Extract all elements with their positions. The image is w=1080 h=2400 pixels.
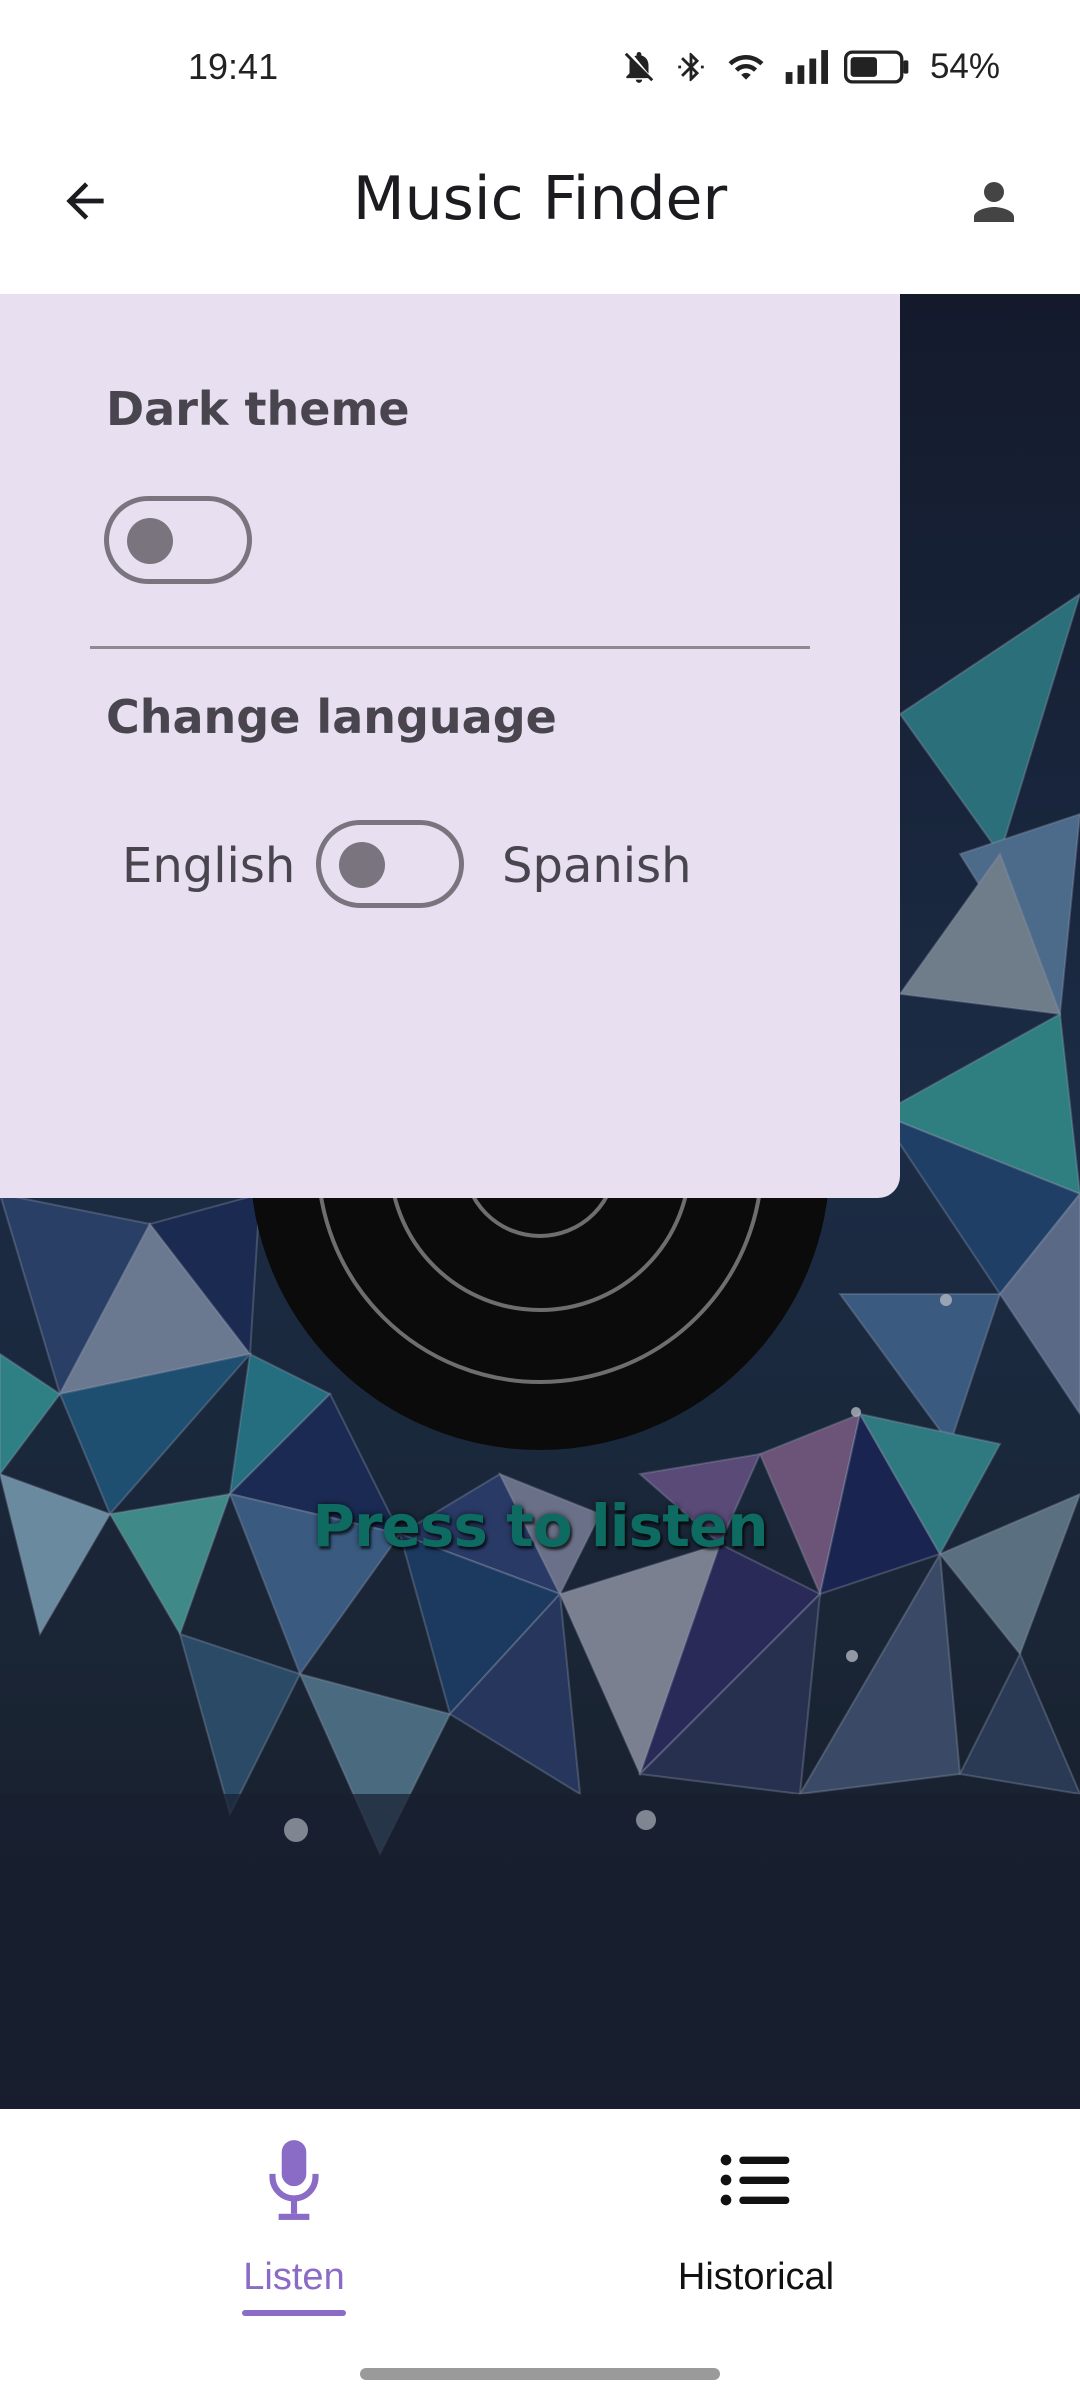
account-button[interactable] (958, 168, 1030, 240)
bottom-navigation: Listen Historical (0, 2109, 1080, 2400)
nav-item-listen[interactable]: Listen (94, 2109, 494, 2329)
language-english-label: English (122, 838, 296, 894)
active-tab-indicator (242, 2310, 346, 2316)
divider (90, 646, 810, 649)
bluetooth-icon (674, 48, 708, 86)
settings-panel: Dark theme Change language English Spani… (0, 294, 900, 1198)
switch-knob (127, 518, 173, 564)
status-bar: 19:41 54% (0, 0, 1080, 138)
account-icon (964, 172, 1024, 237)
microphone-icon (256, 2137, 332, 2228)
status-icons: 54% (620, 44, 1000, 90)
switch-knob (339, 842, 385, 888)
signal-icon (784, 50, 828, 84)
app-title: Music Finder (352, 164, 728, 234)
dark-theme-switch[interactable] (104, 496, 252, 584)
status-time: 19:41 (188, 46, 279, 87)
language-switch[interactable] (316, 820, 464, 908)
nav-label-historical: Historical (677, 2256, 835, 2298)
dark-theme-heading: Dark theme (106, 382, 410, 436)
wifi-icon (724, 48, 768, 86)
language-spanish-label: Spanish (502, 838, 692, 894)
battery-icon (843, 50, 910, 84)
list-icon (716, 2137, 796, 2228)
press-to-listen-label[interactable]: Press to listen (0, 1492, 1080, 1560)
change-language-heading: Change language (106, 690, 557, 744)
home-indicator[interactable] (360, 2368, 720, 2380)
nav-label-listen: Listen (243, 2256, 345, 2298)
app-bar: Music Finder (0, 138, 1080, 294)
battery-percent: 54% (929, 47, 1000, 86)
bell-muted-icon (620, 48, 658, 86)
nav-item-historical[interactable]: Historical (556, 2109, 956, 2329)
